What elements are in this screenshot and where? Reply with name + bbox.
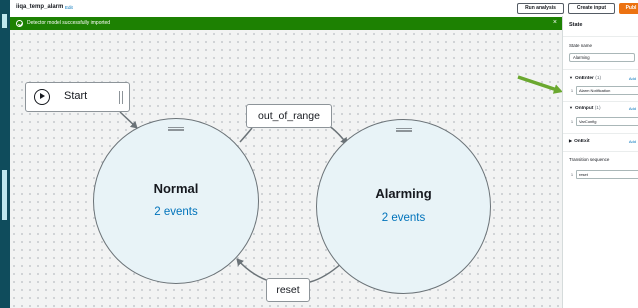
on-input-count: (1) xyxy=(594,106,601,111)
flash-message: Detector model successfully imported xyxy=(27,20,111,26)
transition-sequence-label: Transition sequence xyxy=(569,157,610,162)
caret-right-icon: ▶ xyxy=(569,138,573,143)
divider xyxy=(563,36,638,37)
start-node[interactable]: Start xyxy=(25,82,130,112)
event-name[interactable]: VarConfig xyxy=(576,117,638,126)
state-details-panel: State State name Alarming ▼ OnEnter (1) A… xyxy=(562,16,638,308)
on-exit-label: OnExit xyxy=(574,139,590,144)
on-input-event-row[interactable]: 1 VarConfig xyxy=(569,117,638,126)
on-input-add-link[interactable]: Add xyxy=(629,106,636,111)
close-icon[interactable]: × xyxy=(553,19,557,27)
row-index: 1 xyxy=(570,119,574,124)
transition-reset[interactable]: reset xyxy=(266,278,310,302)
alarming-to-reset-line xyxy=(309,262,343,283)
success-flash-banner: Detector model successfully imported × xyxy=(10,17,562,30)
on-input-label: OnInput xyxy=(574,106,594,111)
page-title: iiqa_temp_alarm xyxy=(16,4,64,10)
check-circle-icon xyxy=(16,20,23,27)
on-exit-section-header[interactable]: ▶ OnExit xyxy=(569,138,590,144)
publish-button[interactable]: Publ xyxy=(619,3,638,14)
normal-to-out-of-range-line xyxy=(239,127,253,143)
play-icon xyxy=(34,89,50,105)
drag-handle-icon[interactable] xyxy=(119,91,123,104)
on-enter-count: (1) xyxy=(595,76,602,81)
state-events-link[interactable]: 2 events xyxy=(94,206,258,218)
divider xyxy=(563,133,638,134)
detector-model-editor: iiqa_temp_alarm Edit Run analysis Create… xyxy=(0,0,638,308)
row-index: 1 xyxy=(570,88,574,93)
edit-title-link[interactable]: Edit xyxy=(65,5,73,10)
on-enter-action-row[interactable]: 1 Alarm Notification xyxy=(569,86,638,95)
create-input-button[interactable]: Create input xyxy=(568,3,615,14)
divider xyxy=(563,151,638,152)
nav-marker-top xyxy=(2,14,7,28)
on-enter-label: OnEnter xyxy=(574,76,594,81)
drag-handle-icon[interactable] xyxy=(395,128,412,132)
state-name-label: State name xyxy=(569,43,593,48)
transition-name[interactable]: reset xyxy=(576,170,638,179)
transition-sequence-row[interactable]: 1 reset xyxy=(569,170,638,179)
state-events-link[interactable]: 2 events xyxy=(317,212,490,224)
left-navigation-strip xyxy=(0,0,10,308)
panel-title: State xyxy=(569,22,583,28)
state-name-input[interactable]: Alarming xyxy=(569,53,635,62)
state-node-alarming[interactable]: Alarming 2 events xyxy=(316,119,491,294)
diagram-layer: Start Normal 2 events Alarming 2 events … xyxy=(10,30,562,308)
transition-out-of-range[interactable]: out_of_range xyxy=(246,104,332,128)
state-name: Alarming xyxy=(375,186,432,201)
nav-marker-bottom xyxy=(2,170,7,220)
on-enter-section-header[interactable]: ▼ OnEnter (1) xyxy=(569,75,601,81)
caret-down-icon: ▼ xyxy=(569,75,573,80)
run-analysis-button[interactable]: Run analysis xyxy=(517,3,564,14)
start-to-normal-arrow xyxy=(119,111,138,129)
drag-handle-icon[interactable] xyxy=(168,127,184,131)
page-header: iiqa_temp_alarm Edit Run analysis Create… xyxy=(10,0,638,16)
divider xyxy=(563,101,638,102)
on-exit-add-link[interactable]: Add xyxy=(629,139,636,144)
state-node-normal[interactable]: Normal 2 events xyxy=(93,118,259,284)
start-label: Start xyxy=(64,90,88,102)
caret-down-icon: ▼ xyxy=(569,105,573,110)
on-input-section-header[interactable]: ▼ OnInput (1) xyxy=(569,105,601,111)
divider xyxy=(563,69,638,70)
on-enter-add-link[interactable]: Add xyxy=(629,76,636,81)
state-name: Normal xyxy=(153,181,199,196)
action-name[interactable]: Alarm Notification xyxy=(576,86,638,95)
row-index: 1 xyxy=(570,172,574,177)
